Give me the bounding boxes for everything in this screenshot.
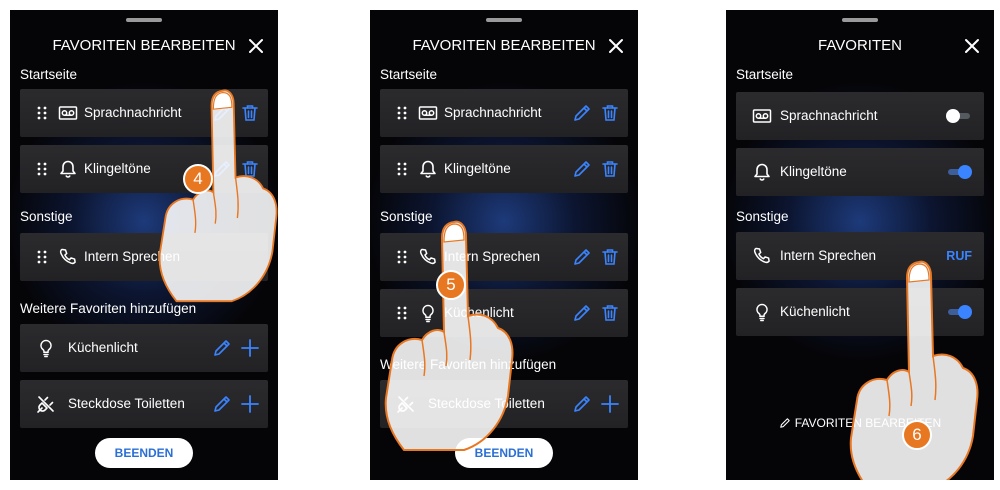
page-title: FAVORITEN BEARBEITEN [52, 37, 236, 54]
screen-edit-favorites-finish: FAVORITEN BEARBEITEN Startseite Sprachna… [370, 10, 638, 480]
drag-dots-icon[interactable] [396, 250, 408, 264]
section-home-title: Startseite [736, 67, 794, 82]
favorite-tile-ringtones[interactable]: Klingeltöne [736, 148, 984, 196]
bell-icon [752, 162, 772, 182]
close-icon[interactable] [960, 34, 984, 58]
item-label: Klingeltöne [444, 161, 511, 176]
pencil-icon[interactable] [572, 103, 592, 123]
favorite-tile-kitchen-light[interactable]: Küchenlicht [736, 288, 984, 336]
lightbulb-icon [36, 338, 56, 358]
section-other-title: Sonstige [736, 209, 789, 224]
pencil-icon[interactable] [212, 394, 232, 414]
pencil-icon[interactable] [212, 103, 232, 123]
pencil-icon [779, 417, 791, 429]
toggle-switch[interactable] [946, 165, 972, 179]
available-item-socket[interactable]: Steckdose Toiletten [20, 380, 268, 428]
drag-handle[interactable] [486, 18, 522, 22]
bell-icon [58, 159, 78, 179]
item-label: Intern Sprechen [780, 248, 877, 263]
favorite-item-ringtones[interactable]: Klingeltöne [20, 145, 268, 193]
screen-edit-favorites-add: FAVORITEN BEARBEITEN Startseite Sprachna… [10, 10, 278, 480]
favorite-item-intercom[interactable]: Intern Sprechen [380, 233, 628, 281]
drag-dots-icon[interactable] [396, 306, 408, 320]
drag-dots-icon[interactable] [36, 106, 48, 120]
voicemail-icon [418, 103, 438, 123]
favorite-item-voicemail[interactable]: Sprachnachricht [20, 89, 268, 137]
plus-icon[interactable] [600, 394, 620, 414]
favorite-item-voicemail[interactable]: Sprachnachricht [380, 89, 628, 137]
item-label: Intern Sprechen [84, 249, 181, 264]
close-icon[interactable] [244, 34, 268, 58]
pencil-icon[interactable] [572, 394, 592, 414]
voicemail-icon [752, 106, 772, 126]
pencil-icon[interactable] [572, 303, 592, 323]
trash-icon[interactable] [600, 303, 620, 323]
section-home-title: Startseite [380, 67, 438, 82]
voicemail-icon [58, 103, 78, 123]
pencil-icon[interactable] [212, 338, 232, 358]
step-badge: 5 [436, 270, 466, 300]
header: FAVORITEN [726, 34, 994, 58]
item-label: Klingeltöne [84, 161, 151, 176]
pencil-icon[interactable] [212, 159, 232, 179]
favorite-item-ringtones[interactable]: Klingeltöne [380, 145, 628, 193]
trash-icon[interactable] [600, 159, 620, 179]
phone-icon [752, 246, 772, 266]
favorite-tile-intercom[interactable]: Intern Sprechen RUF [736, 232, 984, 280]
toggle-switch[interactable] [946, 109, 972, 123]
trash-icon[interactable] [600, 103, 620, 123]
pencil-icon[interactable] [572, 247, 592, 267]
finish-button[interactable]: BEENDEN [95, 438, 193, 468]
toggle-switch[interactable] [946, 305, 972, 319]
screen-favorites: FAVORITEN Startseite Sprachnachricht Kli… [726, 10, 994, 480]
trash-icon[interactable] [240, 103, 260, 123]
lightbulb-icon [752, 302, 772, 322]
drag-dots-icon[interactable] [396, 162, 408, 176]
item-label: Sprachnachricht [84, 105, 182, 120]
page-title: FAVORITEN [818, 37, 902, 54]
plug-icon [36, 394, 56, 414]
section-add-title: Weitere Favoriten hinzufügen [20, 301, 197, 316]
plus-icon[interactable] [240, 338, 260, 358]
header: FAVORITEN BEARBEITEN [10, 34, 278, 58]
step-badge: 6 [902, 420, 932, 450]
item-label: Küchenlicht [780, 304, 850, 319]
drag-dots-icon[interactable] [36, 162, 48, 176]
item-label: Küchenlicht [68, 340, 138, 355]
item-label: Klingeltöne [780, 164, 847, 179]
item-label: Steckdose Toiletten [428, 396, 545, 411]
page-title: FAVORITEN BEARBEITEN [412, 37, 596, 54]
pencil-icon[interactable] [572, 159, 592, 179]
available-item-socket[interactable]: Steckdose Toiletten [380, 380, 628, 428]
trash-icon[interactable] [600, 247, 620, 267]
finish-button[interactable]: BEENDEN [455, 438, 553, 468]
section-add-title: Weitere Favoriten hinzufügen [380, 357, 557, 372]
step-badge: 4 [183, 164, 213, 194]
favorite-item-intercom[interactable]: Intern Sprechen [20, 233, 268, 281]
trash-icon[interactable] [240, 159, 260, 179]
drag-handle[interactable] [126, 18, 162, 22]
header: FAVORITEN BEARBEITEN [370, 34, 638, 58]
drag-dots-icon[interactable] [396, 106, 408, 120]
item-label: Steckdose Toiletten [68, 396, 185, 411]
favorite-tile-voicemail[interactable]: Sprachnachricht [736, 92, 984, 140]
close-icon[interactable] [604, 34, 628, 58]
phone-icon [58, 247, 78, 267]
drag-dots-icon[interactable] [36, 250, 48, 264]
edit-favorites-link[interactable]: FAVORITEN BEARBEITEN [726, 414, 994, 432]
item-label: Sprachnachricht [444, 105, 542, 120]
section-other-title: Sonstige [380, 209, 433, 224]
item-label: Sprachnachricht [780, 108, 878, 123]
plus-icon[interactable] [240, 394, 260, 414]
available-item-kitchen-light[interactable]: Küchenlicht [20, 324, 268, 372]
lightbulb-icon [418, 303, 438, 323]
plug-icon [396, 394, 416, 414]
section-home-title: Startseite [20, 67, 78, 82]
call-button[interactable]: RUF [946, 232, 972, 280]
favorite-item-kitchen-light[interactable]: Küchenlicht [380, 289, 628, 337]
phone-icon [418, 247, 438, 267]
bell-icon [418, 159, 438, 179]
section-other-title: Sonstige [20, 209, 73, 224]
drag-handle[interactable] [842, 18, 878, 22]
